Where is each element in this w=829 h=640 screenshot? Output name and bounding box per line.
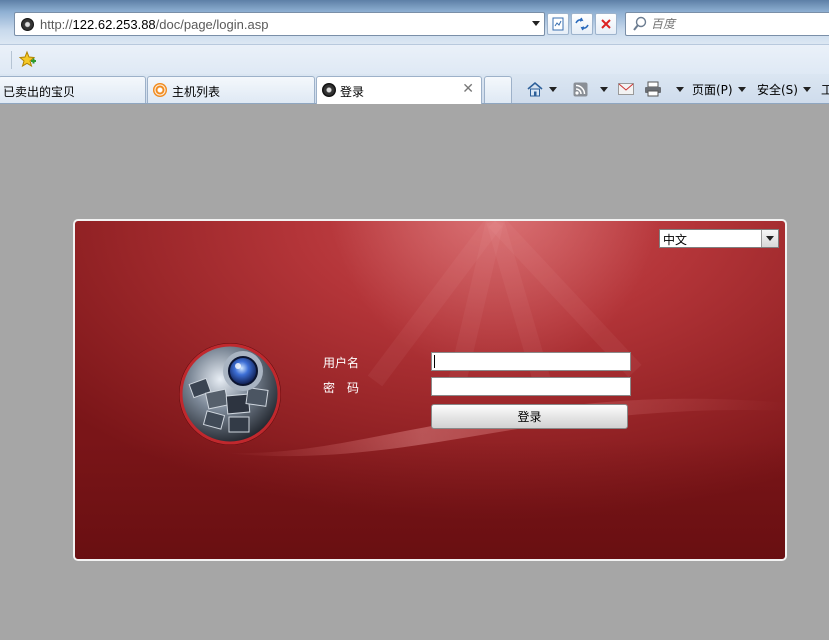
close-tab-icon[interactable]: ✕	[462, 81, 474, 97]
favorites-bar	[0, 44, 829, 74]
tab-label: 登录	[340, 85, 365, 99]
address-url[interactable]: http://122.62.253.88/doc/page/login.asp	[40, 17, 268, 32]
login-button[interactable]: 登录	[431, 404, 628, 429]
feeds-button[interactable]	[573, 78, 608, 100]
refresh-button[interactable]	[571, 13, 593, 35]
close-icon	[601, 19, 611, 29]
username-label: 用户名	[323, 356, 360, 370]
search-input[interactable]	[651, 16, 821, 32]
camera-globe-logo	[179, 343, 281, 445]
tab-favicon-icon	[153, 83, 167, 97]
safety-menu[interactable]: 安全(S)	[757, 78, 811, 100]
text-cursor	[434, 355, 435, 368]
add-favorites-star-icon[interactable]	[18, 50, 38, 70]
tab-login[interactable]: 登录 ✕	[316, 76, 482, 104]
login-panel: 中文 用户名 密 码 登录	[73, 219, 787, 561]
page-menu[interactable]: 页面(P)	[692, 78, 746, 100]
chevron-down-icon[interactable]	[676, 86, 684, 92]
tab-label: 已卖出的宝贝	[3, 85, 76, 99]
home-icon	[527, 81, 543, 97]
stop-button[interactable]	[595, 13, 617, 35]
language-select-value: 中文	[663, 233, 688, 247]
password-label: 密 码	[323, 381, 360, 395]
search-box[interactable]	[625, 12, 829, 36]
compatibility-view-button[interactable]	[547, 13, 569, 35]
safety-menu-label: 安全(S)	[757, 82, 798, 97]
tab-label: 主机列表	[172, 85, 221, 99]
language-dropdown-button[interactable]	[761, 230, 778, 247]
favorites-separator	[11, 51, 12, 69]
read-mail-button[interactable]	[618, 78, 634, 100]
search-icon	[633, 16, 647, 31]
compatibility-view-icon	[552, 17, 564, 31]
new-tab-button[interactable]	[484, 76, 512, 103]
refresh-icon	[575, 17, 589, 31]
username-field[interactable]	[431, 352, 631, 371]
mail-icon	[618, 83, 634, 95]
tools-menu[interactable]: 工	[821, 78, 829, 100]
address-bar[interactable]: http://122.62.253.88/doc/page/login.asp	[14, 12, 545, 36]
chevron-down-icon[interactable]	[549, 86, 557, 92]
chevron-down-icon	[766, 236, 774, 241]
address-dropdown-icon[interactable]	[532, 21, 540, 26]
home-button[interactable]	[526, 78, 557, 100]
rss-feed-icon	[573, 82, 588, 96]
page-menu-label: 页面(P)	[692, 82, 733, 97]
tab-sold-items[interactable]: 已卖出的宝贝	[0, 76, 146, 103]
back-arrow-icon[interactable]: ▸	[0, 15, 6, 31]
site-favicon-icon	[21, 18, 34, 31]
language-select[interactable]: 中文	[659, 229, 779, 248]
password-field[interactable]	[431, 377, 631, 396]
chevron-down-icon	[802, 86, 811, 92]
print-button[interactable]	[644, 78, 684, 100]
chevron-down-icon	[737, 86, 746, 92]
printer-icon	[645, 81, 661, 97]
tab-favicon-icon	[322, 83, 336, 97]
tab-host-list[interactable]: 主机列表	[147, 76, 315, 103]
address-toolbar: ▸ http://122.62.253.88/doc/page/login.as…	[0, 0, 829, 44]
chevron-down-icon[interactable]	[600, 86, 608, 92]
tab-bar: 已卖出的宝贝 主机列表 登录 ✕ 页面(P) 安全(S) 工	[0, 74, 829, 104]
tools-menu-label: 工	[821, 82, 829, 97]
